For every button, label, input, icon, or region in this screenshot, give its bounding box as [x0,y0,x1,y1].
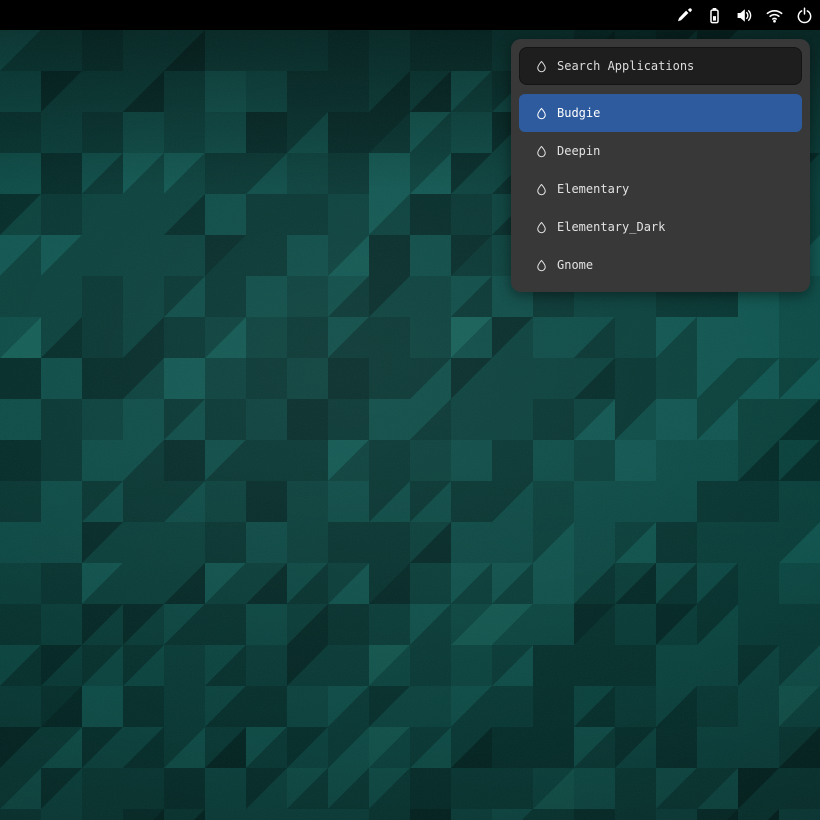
launcher-item-gnome[interactable]: Gnome [519,246,802,284]
launcher-item-label: Gnome [557,258,594,272]
search-input[interactable]: Search Applications [519,47,802,85]
launcher-item-elementary[interactable]: Elementary [519,170,802,208]
battery-icon[interactable] [706,7,723,24]
app-launcher-panel: Search Applications Budgie Deepin Elementa… [511,39,810,292]
power-icon[interactable] [796,7,813,24]
droplet-icon [535,144,548,159]
launcher-item-list: Budgie Deepin Elementary Elementary_Dark Gno… [519,94,802,284]
launcher-item-label: Elementary_Dark [557,220,666,234]
droplet-icon [535,220,548,235]
search-placeholder: Search Applications [557,59,695,73]
wifi-icon[interactable] [766,7,783,24]
desktop: Search Applications Budgie Deepin Elementa… [0,0,820,820]
launcher-item-budgie[interactable]: Budgie [519,94,802,132]
droplet-icon [535,258,548,273]
volume-icon[interactable] [736,7,753,24]
droplet-icon [535,106,548,121]
launcher-item-label: Deepin [557,144,601,158]
edit-pencil-icon[interactable] [676,7,693,24]
launcher-item-elementary-dark[interactable]: Elementary_Dark [519,208,802,246]
top-bar [0,0,820,30]
droplet-icon [535,59,548,74]
launcher-item-deepin[interactable]: Deepin [519,132,802,170]
launcher-item-label: Budgie [557,106,601,120]
droplet-icon [535,182,548,197]
launcher-item-label: Elementary [557,182,630,196]
system-tray [676,7,813,24]
